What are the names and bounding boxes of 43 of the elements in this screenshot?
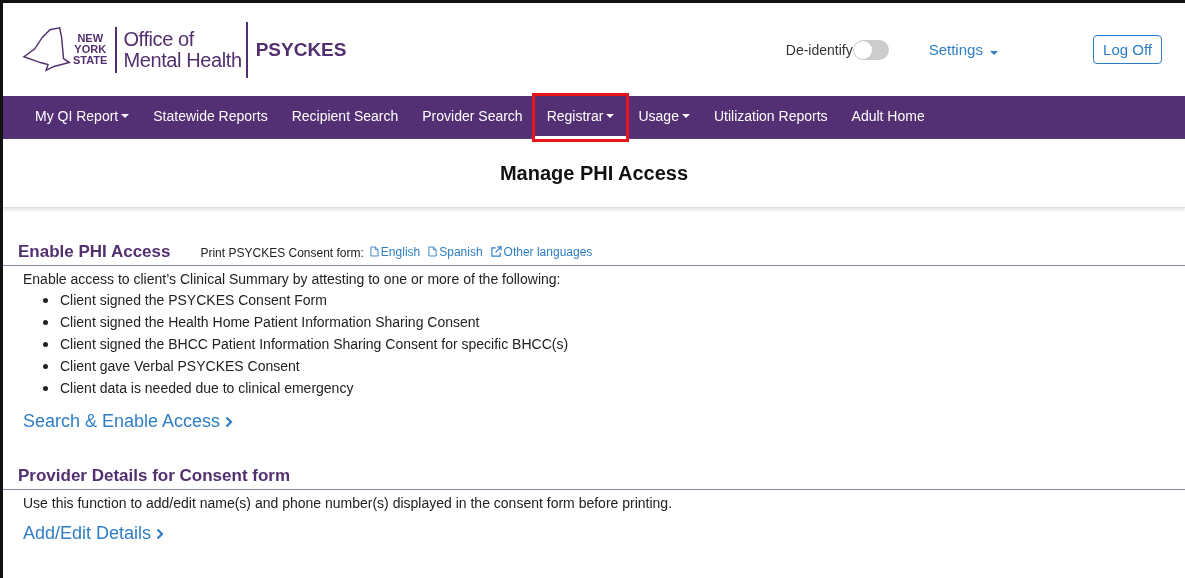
pdf-file-icon — [369, 246, 379, 257]
nav-item[interactable]: Registrar — [534, 96, 627, 139]
logo-text: Mental Health — [123, 49, 242, 71]
nav-item[interactable]: Provider Search — [410, 96, 535, 139]
nav-item[interactable]: Recipient Search — [279, 96, 411, 139]
pdf-file-icon — [428, 246, 438, 257]
chevron-right-icon — [225, 415, 234, 428]
caret-icon — [121, 114, 130, 118]
caret-icon — [681, 114, 690, 118]
list-item-text: Client signed the Health Home Patient Information Sharing Consent — [60, 314, 480, 330]
list-item-text: Client signed the BHCC Patient Information Sharing Consent for specific BHCC(s) — [60, 336, 569, 352]
action-link[interactable]: Add/Edit Details — [23, 523, 165, 544]
action-link[interactable]: Search & Enable Access — [23, 411, 234, 432]
consent-form-link[interactable]: Other languages — [490, 244, 593, 259]
caret-icon — [606, 114, 615, 118]
description-text: Enable access to client’s Clinical Summary by attesting to one or more of the following: — [23, 271, 562, 287]
section-title: Enable PHI Access — [18, 242, 171, 262]
page-title: Manage PHI Access — [499, 161, 689, 185]
nav-item[interactable]: My QI Report — [23, 96, 142, 139]
list-item-text: Client gave Verbal PSYCKES Consent — [60, 358, 300, 374]
nav-item[interactable]: Statewide Reports — [141, 96, 280, 139]
nav-item[interactable]: Usage — [626, 96, 702, 139]
settings-menu[interactable]: Settings — [928, 41, 999, 58]
deidentify-toggle[interactable] — [852, 39, 889, 60]
log-off-button[interactable]: Log Off — [1093, 35, 1162, 64]
app-name: PSYCKES — [255, 38, 347, 61]
print-label: Print PSYCKES Consent form: — [200, 246, 364, 260]
external-link-icon — [490, 246, 502, 257]
logo-text: YORK — [74, 44, 107, 55]
chevron-right-icon — [156, 527, 165, 540]
description-text: Use this function to add/edit name(s) and phone number(s) displayed in the consent form before printing. — [23, 495, 674, 511]
consent-form-link[interactable]: Spanish — [428, 244, 483, 259]
list-item-text: Client signed the PSYCKES Consent Form — [60, 292, 327, 308]
nav-item[interactable]: Utilization Reports — [701, 96, 840, 139]
section-title: Provider Details for Consent form — [18, 466, 291, 486]
nav-item[interactable]: Adult Home — [839, 96, 937, 139]
logo-text: NEW — [77, 33, 104, 44]
logo-text: Office of — [123, 28, 196, 50]
logo-text: STATE — [73, 55, 108, 66]
consent-form-link[interactable]: English — [369, 244, 421, 259]
deidentify-label: De-identify — [785, 41, 853, 58]
caret-icon — [990, 51, 999, 55]
list-item-text: Client data is needed due to clinical emergency — [60, 380, 354, 396]
